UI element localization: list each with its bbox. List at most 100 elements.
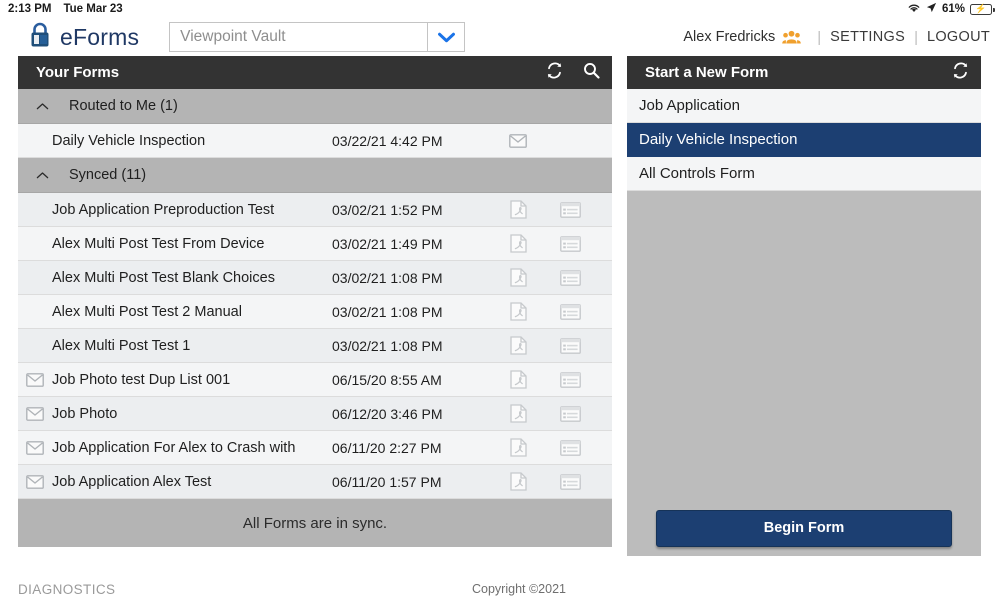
chevron-up-icon[interactable] (36, 171, 49, 180)
form-name: Job Photo test Dup List 001 (52, 371, 231, 388)
table-row[interactable]: Alex Multi Post Test Blank Choices 03/02/… (18, 261, 612, 295)
row-leading-icon (18, 406, 52, 421)
form-name: Job Application For Alex to Crash with (52, 439, 296, 456)
logout-link[interactable]: LOGOUT (927, 29, 990, 45)
chevron-up-icon[interactable] (36, 102, 49, 111)
table-row[interactable]: Job Application Alex Test 06/11/20 1:57 P… (18, 465, 612, 499)
pdf-icon[interactable] (492, 200, 544, 219)
form-list-icon[interactable] (544, 337, 596, 354)
your-forms-panel: Your Forms Routed to Me (1) Daily Vehicl… (18, 56, 612, 547)
start-new-form-tools (952, 62, 969, 83)
status-date: Tue Mar 23 (63, 3, 123, 15)
padlock-icon (28, 21, 52, 54)
form-name: Alex Multi Post Test 2 Manual (52, 303, 242, 320)
new-form-empty-area (627, 191, 981, 500)
copyright-text: Copyright ©2021 (472, 582, 566, 596)
search-icon[interactable] (583, 62, 600, 83)
nav-separator-1: | (817, 28, 822, 46)
diagnostics-link[interactable]: DIAGNOSTICS (18, 582, 115, 597)
table-row[interactable]: Alex Multi Post Test 1 03/02/21 1:08 PM (18, 329, 612, 363)
form-date: 06/12/20 3:46 PM (332, 405, 443, 422)
form-list-icon[interactable] (544, 439, 596, 456)
table-row[interactable]: Alex Multi Post Test 2 Manual 03/02/21 1:… (18, 295, 612, 329)
form-list-icon[interactable] (544, 371, 596, 388)
new-form-item[interactable]: All Controls Form (627, 157, 981, 191)
table-row[interactable]: Job Photo 06/12/20 3:46 PM (18, 397, 612, 431)
form-date: 03/02/21 1:52 PM (332, 201, 443, 218)
wifi-icon (907, 2, 921, 16)
form-date: 03/02/21 1:08 PM (332, 269, 443, 286)
brand-name: eForms (60, 23, 140, 50)
forms-group-header[interactable]: Routed to Me (1) (18, 89, 612, 124)
new-form-list: Job Application Daily Vehicle Inspection A… (627, 89, 981, 191)
pdf-icon[interactable] (492, 404, 544, 423)
user-name[interactable]: Alex Fredricks (683, 29, 775, 45)
form-date: 06/15/20 8:55 AM (332, 371, 442, 388)
location-arrow-icon (926, 2, 937, 16)
form-list-icon[interactable] (544, 405, 596, 422)
page-footer: DIAGNOSTICS Copyright ©2021 (0, 578, 1000, 600)
pdf-icon[interactable] (492, 268, 544, 287)
form-date: 03/22/21 4:42 PM (332, 132, 443, 149)
forms-group-label: Routed to Me (1) (69, 98, 178, 114)
form-date: 06/11/20 1:57 PM (332, 473, 442, 490)
pdf-icon[interactable] (492, 336, 544, 355)
pdf-icon[interactable] (492, 302, 544, 321)
forms-group-header[interactable]: Synced (11) (18, 158, 612, 193)
form-date: 06/11/20 2:27 PM (332, 439, 442, 456)
form-list-icon[interactable] (544, 303, 596, 320)
form-name: Alex Multi Post Test Blank Choices (52, 269, 275, 286)
row-leading-icon (18, 372, 52, 387)
brand: eForms (28, 21, 139, 54)
start-new-form-title: Start a New Form (645, 64, 769, 81)
table-row[interactable]: Job Application Preproduction Test 03/02/… (18, 193, 612, 227)
status-time: 2:13 PM (8, 3, 52, 15)
chevron-down-icon[interactable] (427, 22, 466, 52)
settings-link[interactable]: SETTINGS (830, 29, 905, 45)
battery-percent: 61% (941, 3, 965, 15)
form-name: Alex Multi Post Test From Device (52, 235, 265, 252)
form-list-icon[interactable] (544, 201, 596, 218)
row-leading-icon (18, 440, 52, 455)
form-name: Daily Vehicle Inspection (52, 132, 206, 149)
people-group-icon[interactable] (782, 30, 802, 44)
nav-separator-2: | (914, 28, 918, 46)
begin-form-footer: Begin Form (627, 500, 981, 556)
form-list-icon[interactable] (544, 269, 596, 286)
table-row[interactable]: Job Application For Alex to Crash with 06… (18, 431, 612, 465)
new-form-item[interactable]: Daily Vehicle Inspection (627, 123, 981, 157)
pdf-icon[interactable] (492, 370, 544, 389)
pdf-icon[interactable] (492, 234, 544, 253)
form-date: 03/02/21 1:08 PM (332, 337, 443, 354)
app-header: eForms Viewpoint Vault Alex Fredricks | … (0, 18, 1000, 56)
table-row[interactable]: Daily Vehicle Inspection 03/22/21 4:42 PM (18, 124, 612, 158)
envelope-icon[interactable] (492, 133, 544, 148)
start-new-form-header: Start a New Form (627, 56, 981, 89)
sync-status-bar: All Forms are in sync. (18, 499, 612, 547)
your-forms-header: Your Forms (18, 56, 612, 89)
battery-charging-icon: ⚡ (970, 3, 995, 15)
status-indicators: 61% ⚡ (907, 2, 995, 16)
form-date: 03/02/21 1:08 PM (332, 303, 443, 320)
your-forms-tools (546, 62, 600, 83)
new-form-item[interactable]: Job Application (627, 89, 981, 123)
status-bar: 2:13 PM Tue Mar 23 61% ⚡ (0, 0, 1000, 18)
table-row[interactable]: Alex Multi Post Test From Device 03/02/21… (18, 227, 612, 261)
refresh-icon[interactable] (952, 62, 969, 83)
start-new-form-panel: Start a New Form Job Application Daily Ve… (627, 56, 981, 556)
pdf-icon[interactable] (492, 472, 544, 491)
table-row[interactable]: Job Photo test Dup List 001 06/15/20 8:55… (18, 363, 612, 397)
form-date: 03/02/21 1:49 PM (332, 235, 443, 252)
forms-group-label: Synced (11) (69, 167, 147, 183)
pdf-icon[interactable] (492, 438, 544, 457)
form-list-icon[interactable] (544, 473, 596, 490)
refresh-icon[interactable] (546, 62, 563, 83)
form-name: Job Application Alex Test (52, 473, 212, 490)
user-nav: Alex Fredricks | SETTINGS | LOGOUT (683, 29, 990, 46)
vault-select-value[interactable]: Viewpoint Vault (169, 22, 428, 52)
form-list-icon[interactable] (544, 235, 596, 252)
your-forms-title: Your Forms (36, 64, 120, 81)
vault-select[interactable]: Viewpoint Vault (169, 22, 466, 52)
begin-form-button[interactable]: Begin Form (656, 509, 952, 547)
form-name: Job Application Preproduction Test (52, 201, 275, 218)
